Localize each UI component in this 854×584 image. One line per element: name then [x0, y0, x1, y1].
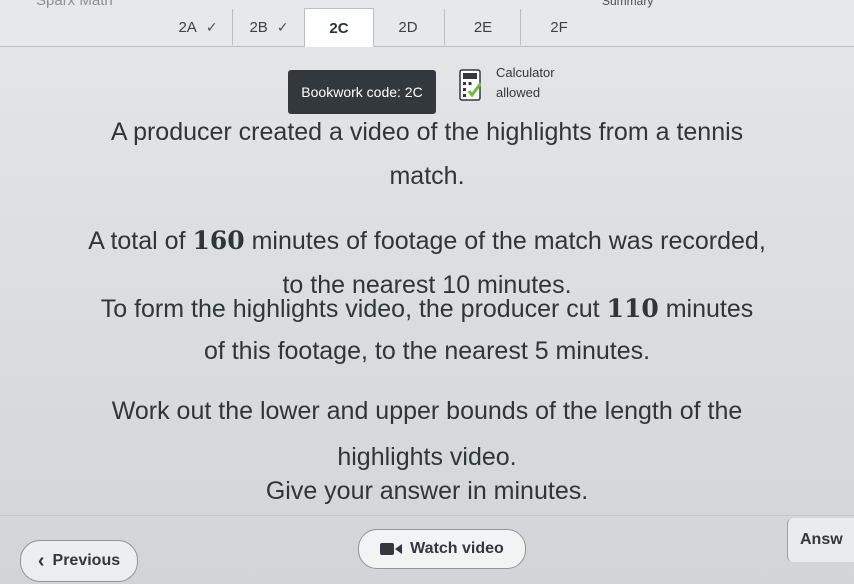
brand-logo: Sparx Math	[36, 0, 113, 9]
question-line: Give your answer in minutes.	[265, 477, 589, 505]
tab-2b[interactable]: 2B ✓	[232, 9, 305, 45]
tab-2c[interactable]: 2C	[304, 8, 374, 47]
question-text: minutes of footage of the match was reco…	[244, 227, 766, 255]
question-text: minutes	[658, 295, 754, 323]
tab-summary[interactable]: Summary	[602, 0, 653, 8]
chevron-left-icon: ‹	[37, 550, 45, 572]
previous-button[interactable]: ‹ Previous	[20, 540, 138, 582]
tab-2d[interactable]: 2D	[372, 9, 444, 45]
tab-2e[interactable]: 2E	[444, 9, 521, 45]
bookwork-code-badge: Bookwork code: 2C	[288, 70, 436, 114]
question-line: A total of 160 minutes of footage of the…	[0, 226, 854, 256]
calculator-label: Calculator	[496, 65, 555, 80]
calculator-icon	[459, 69, 481, 101]
question-line: highlights video.	[337, 443, 517, 471]
tab-label: 2C	[329, 19, 349, 37]
tab-label: 2D	[398, 18, 418, 36]
tab-2a[interactable]: 2A ✓	[164, 9, 232, 45]
check-icon: ✓	[205, 18, 218, 35]
question-line: Work out the lower and upper bounds of t…	[111, 397, 743, 425]
video-camera-icon	[380, 543, 403, 555]
question-line: of this footage, to the nearest 5 minute…	[203, 337, 651, 365]
task-tab-bar: Sparx Math 2A ✓ 2B ✓ 2C 2D 2E 2F Summary	[0, 0, 854, 47]
screen: Sparx Math 2A ✓ 2B ✓ 2C 2D 2E 2F Summary…	[0, 0, 854, 584]
question-line: To form the highlights video, the produc…	[0, 294, 854, 324]
watch-video-button[interactable]: Watch video	[358, 529, 526, 569]
question-line: A producer created a video of the highli…	[110, 118, 744, 146]
previous-label: Previous	[52, 552, 121, 569]
answer-button[interactable]: Answ	[787, 518, 854, 562]
question-text: To form the highlights video, the produc…	[100, 295, 607, 323]
footer-divider	[0, 515, 854, 516]
tab-2f[interactable]: 2F	[520, 9, 597, 45]
watch-video-label: Watch video	[410, 540, 504, 557]
tab-label: 2E	[473, 18, 493, 36]
question-number: 110	[606, 294, 659, 323]
question-line: match.	[389, 162, 465, 190]
tab-label: 2F	[550, 18, 568, 36]
question-number: 160	[192, 226, 245, 255]
calculator-allowed-label: allowed	[496, 85, 541, 100]
tab-label: 2B	[249, 18, 268, 36]
check-icon: ✓	[276, 18, 289, 35]
question-text: A total of	[88, 227, 193, 255]
tab-label: 2A	[178, 18, 197, 36]
